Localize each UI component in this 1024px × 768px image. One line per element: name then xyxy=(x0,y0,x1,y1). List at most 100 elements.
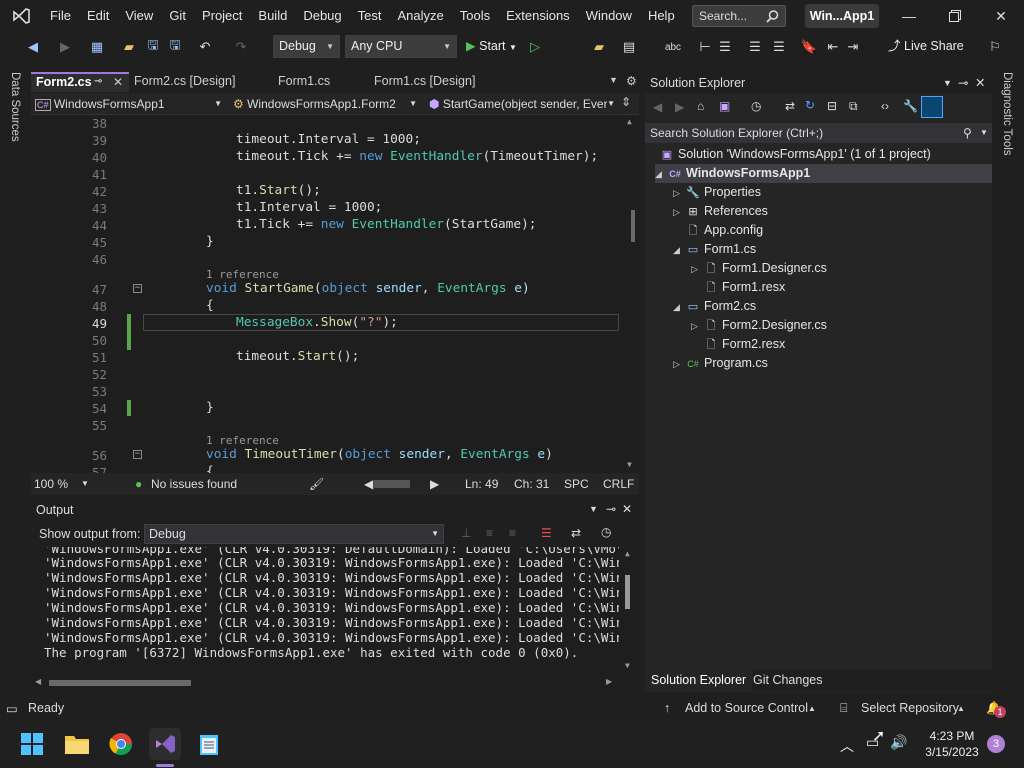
align-icon[interactable]: ☰ xyxy=(716,38,734,56)
visual-studio-taskbar-icon[interactable] xyxy=(149,728,181,760)
tree-form2-resx[interactable]: 🗋 Form2.resx xyxy=(703,335,786,354)
tree-references[interactable]: ▷ ⊞ References xyxy=(673,202,768,221)
save-all-icon[interactable]: 🖫 xyxy=(166,37,184,56)
start-debugging-button[interactable]: ▶ Start ▼ xyxy=(462,35,517,58)
bookmark-next-icon[interactable]: ⇥ xyxy=(844,38,862,56)
prev-message-icon[interactable]: ≡ xyxy=(486,526,493,540)
zoom-level[interactable]: 100 % xyxy=(34,477,68,491)
code-editor[interactable]: 38 39 40 41 42 43 44 45 46 47 48 49 50 5… xyxy=(31,115,637,473)
save-icon[interactable]: 🖫 xyxy=(144,37,162,56)
menu-debug[interactable]: Debug xyxy=(295,0,349,32)
clear-all-icon[interactable]: ☰ xyxy=(541,526,552,540)
undo-icon[interactable]: ↶ xyxy=(196,38,214,56)
menu-window[interactable]: Window xyxy=(578,0,640,32)
menu-git[interactable]: Git xyxy=(161,0,194,32)
preview-selected-icon[interactable] xyxy=(921,96,943,118)
pending-changes-icon[interactable]: ◷ xyxy=(751,99,761,113)
line-indicator[interactable]: Ln: 49 xyxy=(465,477,498,491)
column-indicator[interactable]: Ch: 31 xyxy=(514,477,549,491)
tab-list-dropdown-icon[interactable]: ▼ xyxy=(609,75,618,85)
chevron-up-icon[interactable]: ▲ xyxy=(957,704,965,713)
maximize-button[interactable] xyxy=(932,0,978,32)
forward-icon[interactable]: ▶ xyxy=(56,38,74,56)
scroll-thumb[interactable] xyxy=(49,680,191,686)
view-code-icon[interactable]: ‹› xyxy=(881,99,889,113)
scroll-thumb[interactable] xyxy=(625,575,630,609)
brush-icon[interactable]: 🖌 xyxy=(309,477,324,491)
codelens-references[interactable]: 1 reference xyxy=(206,268,279,281)
solution-name-badge[interactable]: Win...App1 xyxy=(805,4,879,28)
bookmark-icon[interactable]: 🔖 xyxy=(800,38,818,56)
add-to-source-control[interactable]: Add to Source Control xyxy=(685,701,808,715)
open-folder-icon[interactable]: ▰ xyxy=(120,38,138,56)
back-icon[interactable]: ◀ xyxy=(653,100,662,114)
layout-icon[interactable]: ▤ xyxy=(620,38,638,56)
output-source-select[interactable]: Debug ▼ xyxy=(144,524,444,544)
class-dropdown[interactable]: ⚙ WindowsFormsApp1.Form2 ▼ xyxy=(229,95,421,113)
scroll-up-icon[interactable]: ▲ xyxy=(627,117,632,126)
file-explorer-icon[interactable] xyxy=(61,728,93,760)
folder-icon[interactable]: ▰ xyxy=(590,38,608,56)
scroll-left-icon[interactable]: ◀ xyxy=(364,477,373,491)
pin-icon[interactable]: ⊸ xyxy=(606,502,616,516)
menu-test[interactable]: Test xyxy=(350,0,390,32)
format-icon[interactable]: ⊢ xyxy=(696,38,714,56)
find-message-icon[interactable]: ⊥ xyxy=(461,526,471,540)
volume-icon[interactable]: 🔊 xyxy=(890,734,907,751)
uncomment-icon[interactable]: ☰ xyxy=(770,38,788,56)
tree-form1[interactable]: ◢ ▭ Form1.cs xyxy=(673,240,756,259)
data-sources-tab[interactable]: Data Sources xyxy=(9,72,21,142)
issues-status[interactable]: No issues found xyxy=(151,477,237,491)
close-window-button[interactable]: ✕ xyxy=(978,0,1024,32)
home-icon[interactable]: ⌂ xyxy=(697,99,704,113)
scroll-down-icon[interactable]: ▼ xyxy=(627,460,632,469)
properties-icon[interactable]: 🔧 xyxy=(903,99,918,113)
new-item-icon[interactable]: ▦ xyxy=(88,38,106,56)
tree-form2[interactable]: ◢ ▭ Form2.cs xyxy=(673,297,756,316)
tree-app-config[interactable]: 🗋 App.config xyxy=(685,221,764,240)
tree-form1-resx[interactable]: 🗋 Form1.resx xyxy=(703,278,786,297)
tree-solution[interactable]: ▣ Solution 'WindowsFormsApp1' (1 of 1 pro… xyxy=(659,145,931,164)
menu-view[interactable]: View xyxy=(117,0,161,32)
scroll-down-icon[interactable]: ▼ xyxy=(625,661,630,670)
chevron-down-icon[interactable]: ▼ xyxy=(589,504,598,514)
tab-solution-explorer[interactable]: Solution Explorer xyxy=(645,669,753,691)
collapse-icon[interactable]: − xyxy=(133,450,142,459)
split-editor-icon[interactable]: ⇕ xyxy=(621,95,631,109)
chevron-up-icon[interactable]: ︿ xyxy=(840,736,854,756)
editor-vertical-scrollbar[interactable]: ▲ ▼ xyxy=(623,115,637,473)
tab-git-changes[interactable]: Git Changes xyxy=(747,669,828,691)
clock-icon[interactable]: ◷ xyxy=(601,525,611,539)
scroll-thumb[interactable] xyxy=(631,210,635,242)
tree-project[interactable]: ◢ C# WindowsFormsApp1 xyxy=(655,164,992,183)
scroll-left-icon[interactable]: ◀ xyxy=(35,677,41,686)
visual-studio-logo-icon[interactable] xyxy=(0,0,42,32)
horizontal-scroll-thumb[interactable] xyxy=(374,480,410,488)
menu-edit[interactable]: Edit xyxy=(79,0,117,32)
menu-file[interactable]: File xyxy=(42,0,79,32)
comment-icon[interactable]: ☰ xyxy=(746,38,764,56)
notepad-icon[interactable] xyxy=(193,728,225,760)
configuration-select[interactable]: Debug ▼ xyxy=(273,35,340,58)
tab-form2-design[interactable]: Form2.cs [Design] xyxy=(129,72,269,92)
tree-form1-designer[interactable]: ▷ 🗋 Form1.Designer.cs xyxy=(691,259,827,278)
next-message-icon[interactable]: ≡ xyxy=(509,526,516,540)
solution-explorer-search[interactable]: Search Solution Explorer (Ctrl+;) ⚲ ▼ xyxy=(645,123,992,143)
select-repository[interactable]: Select Repository xyxy=(861,701,959,715)
close-icon[interactable]: ✕ xyxy=(975,72,985,94)
redo-icon[interactable]: ↷ xyxy=(232,38,250,56)
chrome-icon[interactable] xyxy=(105,728,137,760)
line-ending-indicator[interactable]: CRLF xyxy=(603,477,634,491)
refresh-icon[interactable]: ↻ xyxy=(805,98,815,112)
word-wrap-icon[interactable]: ⇄ xyxy=(571,526,581,540)
pin-icon[interactable]: ⊸ xyxy=(94,74,102,90)
menu-tools[interactable]: Tools xyxy=(452,0,498,32)
tab-form1-design[interactable]: Form1.cs [Design] xyxy=(369,72,509,92)
forward-icon[interactable]: ▶ xyxy=(675,100,684,114)
scroll-right-icon[interactable]: ▶ xyxy=(430,477,439,491)
show-all-files-icon[interactable]: ⧉ xyxy=(849,99,858,114)
spell-check-icon[interactable]: abc xyxy=(664,38,682,56)
menu-extensions[interactable]: Extensions xyxy=(498,0,578,32)
output-text-area[interactable]: 'WindowsFormsApp1.exe' (CLR v4.0.30319: … xyxy=(31,547,637,677)
clock[interactable]: 4:23 PM 3/15/2023 xyxy=(916,728,988,760)
